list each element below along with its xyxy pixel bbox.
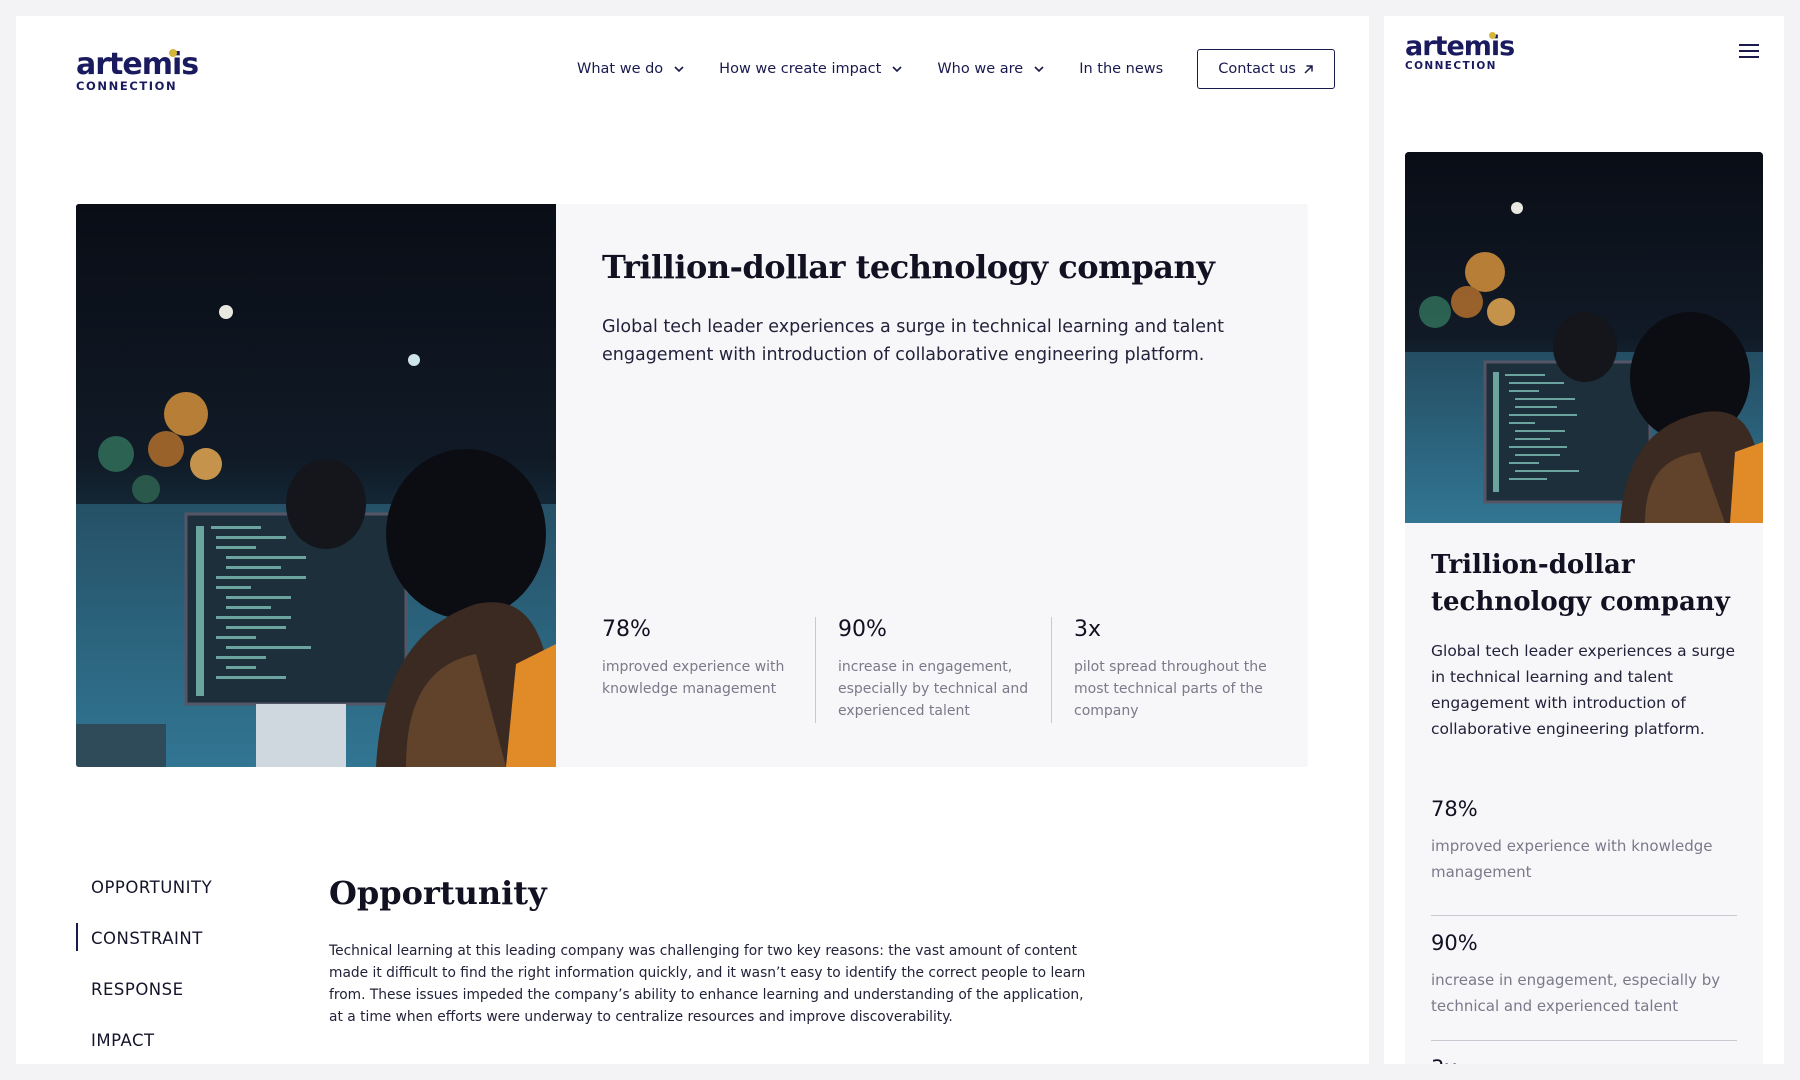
nav-item-label: What we do: [577, 61, 664, 77]
toc-item-impact[interactable]: IMPACT: [76, 1031, 212, 1064]
stat-item: 90% increase in engagement, especially b…: [838, 617, 1038, 723]
contact-us-button[interactable]: Contact us: [1197, 49, 1335, 89]
office-photo: [76, 204, 556, 767]
case-study-description: Global tech leader experiences a surge i…: [1431, 642, 1735, 738]
nav-item-how-we-create-impact[interactable]: How we create impact: [719, 61, 903, 77]
case-study-description: Global tech leader experiences a surge i…: [602, 317, 1224, 365]
hamburger-menu-icon[interactable]: [1739, 44, 1759, 58]
stat-label: improved experience with knowledge manag…: [602, 659, 785, 697]
mobile-view: artemis CONNECTION Trillion-dollar techn…: [1384, 16, 1784, 1064]
nav-item-what-we-do[interactable]: What we do: [577, 61, 685, 77]
nav-item-in-the-news[interactable]: In the news: [1079, 61, 1163, 77]
stats-row: 78% improved experience with knowledge m…: [602, 617, 1282, 727]
logo-wordmark: artemis: [76, 47, 199, 82]
brand-logo[interactable]: artemis CONNECTION: [1405, 31, 1515, 72]
stat-value: 3x: [1074, 617, 1102, 642]
nav-item-label: How we create impact: [719, 61, 882, 77]
arrow-up-right-icon: [1304, 64, 1313, 74]
case-study-card: Trillion-dollar technology company Globa…: [1405, 152, 1763, 1064]
logo-wordmark: artemis: [1405, 31, 1515, 62]
chevron-down-icon: [674, 66, 684, 73]
stat-item: 3x: [1431, 1056, 1737, 1064]
case-study-card: Trillion-dollar technology company Globa…: [76, 204, 1308, 767]
desktop-view: artemis CONNECTION What we do How we cre…: [16, 16, 1369, 1064]
logo-subtitle: CONNECTION: [1405, 60, 1497, 72]
case-study-title: Trillion-dollar technology company: [1431, 550, 1730, 617]
case-study-title: Trillion-dollar technology company: [602, 248, 1215, 286]
stat-divider: [815, 617, 816, 723]
section-body: Technical learning at this leading compa…: [329, 943, 1086, 1025]
nav-item-label: Who we are: [937, 61, 1024, 77]
stat-value: 78%: [602, 617, 651, 642]
logo-dot: [1489, 32, 1496, 39]
toc-item-response[interactable]: RESPONSE: [76, 980, 212, 1031]
stat-value: 90%: [1431, 931, 1478, 955]
stat-divider: [1051, 617, 1052, 723]
logo-dot: [169, 49, 177, 57]
stat-divider: [1431, 1040, 1737, 1041]
stat-item: 78% improved experience with knowledge m…: [1431, 797, 1737, 885]
office-photo-illustration: [76, 204, 556, 767]
section-title: Opportunity: [329, 874, 547, 912]
stat-item: 3x pilot spread throughout the most tech…: [1074, 617, 1274, 723]
stat-value: 3x: [1431, 1056, 1737, 1064]
stat-label: pilot spread throughout the most technic…: [1074, 659, 1267, 719]
stat-value: 78%: [1431, 797, 1478, 821]
stat-label: increase in engagement, especially by te…: [1431, 971, 1721, 1015]
stat-divider: [1431, 915, 1737, 916]
stat-label: improved experience with knowledge manag…: [1431, 837, 1713, 881]
section-toc: OPPORTUNITY CONSTRAINT RESPONSE IMPACT: [76, 878, 212, 1064]
brand-logo[interactable]: artemis CONNECTION: [76, 47, 199, 93]
office-photo-illustration: [1405, 152, 1763, 523]
stat-label: increase in engagement, especially by te…: [838, 659, 1029, 719]
toc-item-constraint[interactable]: CONSTRAINT: [76, 923, 212, 980]
nav-item-label: In the news: [1079, 61, 1164, 77]
office-photo: [1405, 152, 1763, 523]
contact-label: Contact us: [1218, 61, 1296, 77]
chevron-down-icon: [1034, 66, 1044, 73]
logo-subtitle: CONNECTION: [76, 79, 178, 93]
main-nav: What we do How we create impact Who we a…: [577, 49, 1335, 89]
stat-item: 90% increase in engagement, especially b…: [1431, 931, 1737, 1019]
stat-item: 78% improved experience with knowledge m…: [602, 617, 802, 723]
chevron-down-icon: [892, 66, 902, 73]
toc-item-opportunity[interactable]: OPPORTUNITY: [76, 878, 212, 929]
stat-value: 90%: [838, 617, 887, 642]
nav-item-who-we-are[interactable]: Who we are: [937, 61, 1045, 77]
